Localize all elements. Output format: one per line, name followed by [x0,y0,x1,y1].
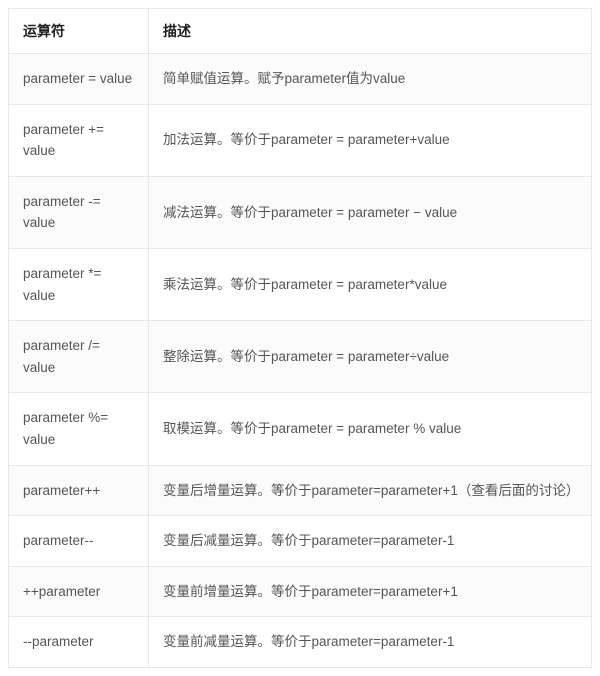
cell-operator: parameter-- [9,516,149,567]
table-row: ++parameter 变量前增量运算。等价于parameter=paramet… [9,566,592,617]
table-row: parameter /= value 整除运算。等价于parameter = p… [9,321,592,393]
cell-operator: ++parameter [9,566,149,617]
table-row: parameter = value 简单赋值运算。赋予parameter值为va… [9,54,592,105]
cell-operator: parameter += value [9,104,149,176]
cell-operator: parameter %= value [9,393,149,465]
table-row: parameter %= value 取模运算。等价于parameter = p… [9,393,592,465]
cell-operator: parameter = value [9,54,149,105]
header-operator: 运算符 [9,9,149,54]
cell-operator: --parameter [9,617,149,668]
cell-description: 乘法运算。等价于parameter = parameter*value [149,248,592,320]
operators-table: 运算符 描述 parameter = value 简单赋值运算。赋予parame… [8,8,592,668]
cell-description: 简单赋值运算。赋予parameter值为value [149,54,592,105]
cell-description: 变量后增量运算。等价于parameter=parameter+1（查看后面的讨论… [149,465,592,516]
table-row: parameter *= value 乘法运算。等价于parameter = p… [9,248,592,320]
table-header-row: 运算符 描述 [9,9,592,54]
cell-operator: parameter *= value [9,248,149,320]
header-description: 描述 [149,9,592,54]
cell-description: 加法运算。等价于parameter = parameter+value [149,104,592,176]
cell-description: 变量前减量运算。等价于parameter=parameter-1 [149,617,592,668]
table-row: parameter++ 变量后增量运算。等价于parameter=paramet… [9,465,592,516]
table-row: parameter += value 加法运算。等价于parameter = p… [9,104,592,176]
table-row: --parameter 变量前减量运算。等价于parameter=paramet… [9,617,592,668]
cell-operator: parameter++ [9,465,149,516]
cell-description: 减法运算。等价于parameter = parameter − value [149,176,592,248]
cell-description: 整除运算。等价于parameter = parameter÷value [149,321,592,393]
cell-operator: parameter -= value [9,176,149,248]
cell-operator: parameter /= value [9,321,149,393]
cell-description: 变量后减量运算。等价于parameter=parameter-1 [149,516,592,567]
table-row: parameter-- 变量后减量运算。等价于parameter=paramet… [9,516,592,567]
cell-description: 变量前增量运算。等价于parameter=parameter+1 [149,566,592,617]
cell-description: 取模运算。等价于parameter = parameter % value [149,393,592,465]
table-row: parameter -= value 减法运算。等价于parameter = p… [9,176,592,248]
